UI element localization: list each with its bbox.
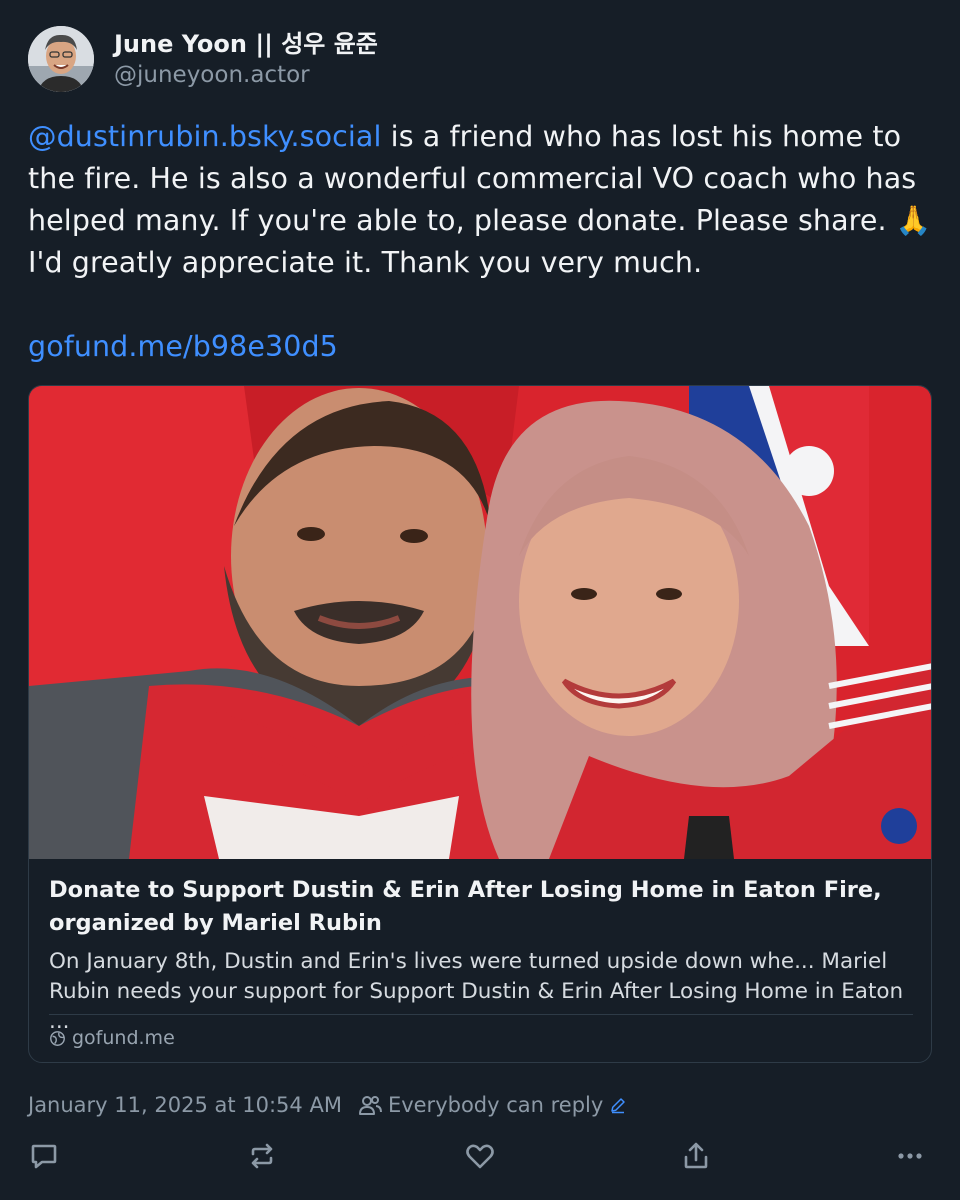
post-meta: January 11, 2025 at 10:54 AM Everybody c… xyxy=(28,1090,633,1120)
repost-button[interactable] xyxy=(242,1136,282,1176)
avatar-photo xyxy=(28,26,94,92)
reply-setting[interactable]: Everybody can reply xyxy=(388,1093,603,1117)
ellipsis-icon xyxy=(898,1153,922,1159)
people-icon xyxy=(358,1096,382,1115)
link-card-body: Donate to Support Dustin & Erin After Lo… xyxy=(49,874,915,1037)
globe-icon xyxy=(50,1030,65,1046)
author-handle[interactable]: @juneyoon.actor xyxy=(114,60,378,90)
avatar[interactable] xyxy=(28,26,94,92)
post-actions xyxy=(0,1136,960,1176)
more-options-button[interactable] xyxy=(890,1136,930,1176)
like-button[interactable] xyxy=(460,1136,500,1176)
repost-icon xyxy=(251,1143,273,1169)
post-timestamp: January 11, 2025 at 10:54 AM xyxy=(28,1093,342,1117)
post-header: June Yoon || 성우 윤준 @juneyoon.actor xyxy=(28,24,378,94)
share-icon xyxy=(684,1142,708,1169)
link-card-title: Donate to Support Dustin & Erin After Lo… xyxy=(49,877,882,936)
heart-icon xyxy=(466,1144,494,1169)
pencil-icon[interactable] xyxy=(609,1096,627,1114)
external-link[interactable]: gofund.me/b98e30d5 xyxy=(28,330,338,363)
share-button[interactable] xyxy=(676,1136,716,1176)
author-display-name[interactable]: June Yoon || 성우 윤준 xyxy=(114,28,378,60)
selfie-photo xyxy=(29,386,931,859)
reply-button[interactable] xyxy=(24,1136,64,1176)
mention-link[interactable]: @dustinrubin.bsky.social xyxy=(28,120,382,153)
speech-bubble-icon xyxy=(31,1144,57,1169)
card-divider xyxy=(49,1014,913,1015)
link-card-description: On January 8th, Dustin and Erin's lives … xyxy=(49,949,904,1034)
link-preview-card[interactable]: Donate to Support Dustin & Erin After Lo… xyxy=(28,385,932,1063)
link-card-domain: gofund.me xyxy=(49,1025,175,1051)
post-text: @dustinrubin.bsky.social is a friend who… xyxy=(28,116,938,368)
domain-text: gofund.me xyxy=(72,1027,175,1049)
